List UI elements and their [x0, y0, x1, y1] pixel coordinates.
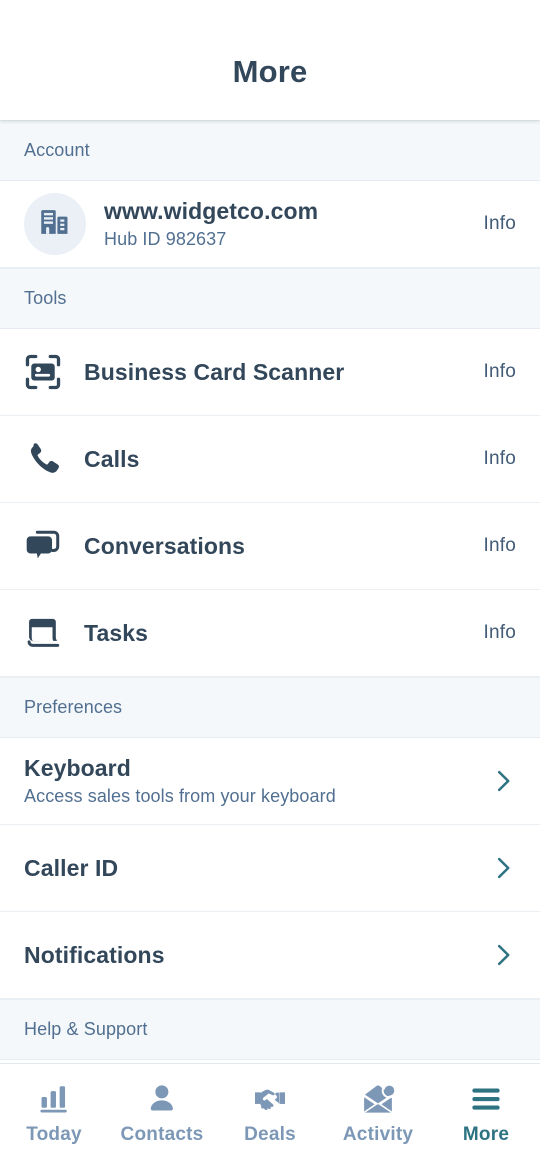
tab-activity[interactable]: Activity [324, 1064, 432, 1158]
list-item-text: Notifications [24, 941, 478, 970]
section-header-tools: Tools [0, 268, 540, 329]
section-header-preferences: Preferences [0, 677, 540, 738]
section-header-help-support: Help & Support [0, 999, 540, 1060]
more-screen: More Account www.widgetco.com Hub ID 9826… [0, 0, 540, 1158]
section-header-label: Tools [24, 288, 67, 308]
section-header-account: Account [0, 120, 540, 181]
business-card-scanner-icon [24, 353, 68, 391]
info-label[interactable]: Info [484, 622, 517, 644]
list-item-text: Tasks [84, 619, 472, 648]
list-item-title: Keyboard [24, 754, 131, 781]
list-item-tasks[interactable]: Tasks Info [0, 590, 540, 677]
info-button-tasks[interactable]: Info [484, 622, 517, 644]
list-item-title: Calls [84, 445, 140, 472]
info-label[interactable]: Info [484, 535, 517, 557]
chevron-right-icon[interactable] [490, 942, 516, 968]
list-item-calls[interactable]: Calls Info [0, 416, 540, 503]
app-header: More [0, 0, 540, 120]
tab-deals[interactable]: Deals [216, 1064, 324, 1158]
list-item-text: Conversations [84, 532, 472, 561]
list-item-title: Caller ID [24, 854, 119, 881]
list-item-text: Keyboard Access sales tools from your key… [24, 754, 478, 808]
info-button-conversations[interactable]: Info [484, 535, 517, 557]
section-header-label: Help & Support [24, 1019, 148, 1039]
list-item-subtitle: Hub ID 982637 [104, 228, 227, 249]
list-item-caller-id[interactable]: Caller ID [0, 825, 540, 912]
tab-label: Contacts [120, 1124, 204, 1145]
info-button-www-widgetco-com[interactable]: Info [484, 213, 517, 235]
list-item-subtitle: Access sales tools from your keyboard [24, 785, 336, 806]
info-label[interactable]: Info [484, 361, 517, 383]
chevron-right-icon[interactable] [490, 855, 516, 881]
list-item-title: Tasks [84, 619, 149, 646]
account-avatar [24, 193, 86, 255]
tab-label: Deals [244, 1124, 296, 1145]
office-building-icon [38, 205, 72, 244]
person-icon[interactable] [145, 1080, 179, 1118]
list-item-text: Calls [84, 445, 472, 474]
page-title: More [232, 54, 308, 89]
hamburger-icon[interactable] [469, 1080, 503, 1118]
list-item-title: www.widgetco.com [104, 197, 319, 224]
tab-label: More [462, 1124, 510, 1145]
list-item-notifications[interactable]: Notifications [0, 912, 540, 999]
settings-list: Account www.widgetco.com Hub ID 982637 Inf… [0, 120, 540, 1063]
list-item-text: www.widgetco.com Hub ID 982637 [104, 197, 472, 251]
tab-contacts[interactable]: Contacts [108, 1064, 216, 1158]
list-item-text: Caller ID [24, 854, 478, 883]
list-item-title: Conversations [84, 532, 246, 559]
info-label[interactable]: Info [484, 448, 517, 470]
info-label[interactable]: Info [484, 213, 517, 235]
info-button-calls[interactable]: Info [484, 448, 517, 470]
phone-icon [24, 440, 68, 478]
notebook-icon [24, 614, 68, 652]
bar-chart-icon[interactable] [37, 1080, 71, 1118]
list-item-business-card-scanner[interactable]: Business Card Scanner Info [0, 329, 540, 416]
handshake-icon[interactable] [253, 1080, 287, 1118]
info-button-business-card-scanner[interactable]: Info [484, 361, 517, 383]
chevron-right-icon[interactable] [490, 768, 516, 794]
tab-more[interactable]: More [432, 1064, 540, 1158]
list-item-www-widgetco-com[interactable]: www.widgetco.com Hub ID 982637 Info [0, 181, 540, 268]
list-item-text: Business Card Scanner [84, 358, 472, 387]
section-header-label: Account [24, 140, 90, 160]
list-item-title: Business Card Scanner [84, 358, 345, 385]
tab-label: Activity [342, 1124, 414, 1145]
envelope-badge-icon[interactable] [361, 1080, 395, 1118]
bottom-tab-bar: Today Contacts Deals Activity More [0, 1063, 540, 1158]
chat-bubbles-icon [24, 527, 68, 565]
tab-today[interactable]: Today [0, 1064, 108, 1158]
section-header-label: Preferences [24, 697, 123, 717]
list-item-keyboard[interactable]: Keyboard Access sales tools from your key… [0, 738, 540, 825]
list-item-conversations[interactable]: Conversations Info [0, 503, 540, 590]
list-item-title: Notifications [24, 941, 165, 968]
tab-label: Today [26, 1124, 82, 1145]
